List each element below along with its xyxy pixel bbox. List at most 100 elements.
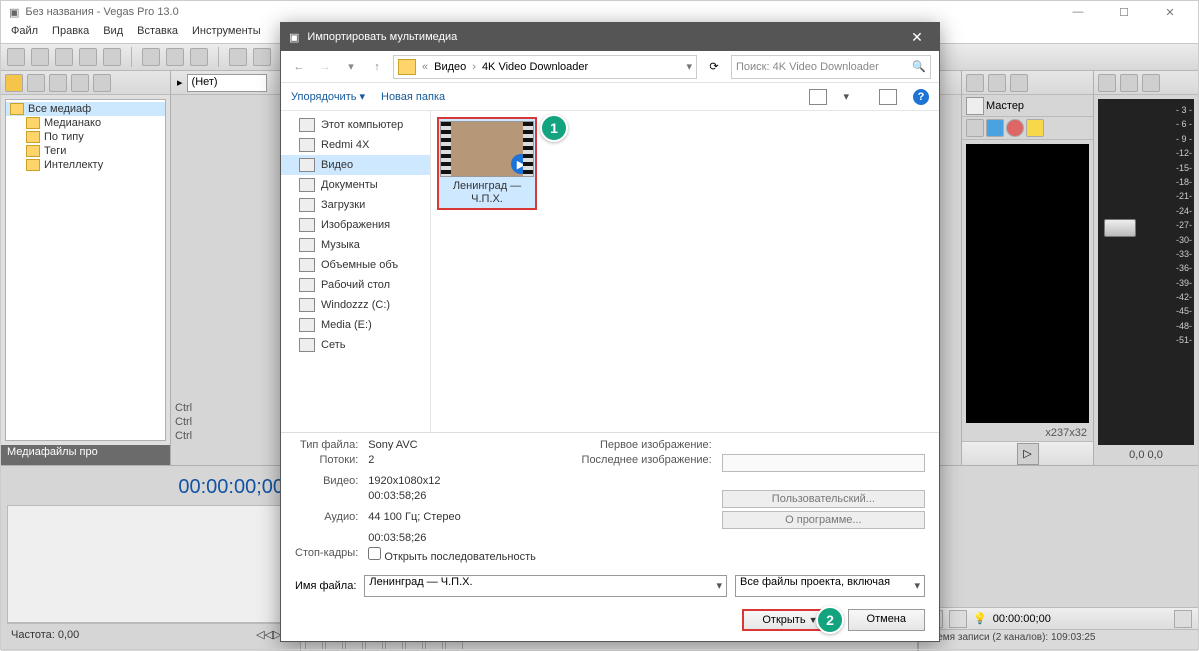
minimize-button[interactable]: —: [1058, 6, 1098, 18]
remove-icon[interactable]: [93, 74, 111, 92]
help-icon[interactable]: ?: [913, 89, 929, 105]
open-icon[interactable]: [31, 48, 49, 66]
search-icon[interactable]: 🔍: [912, 60, 926, 73]
tree-item[interactable]: Интеллекту: [44, 159, 103, 171]
preview-panel: Мастер x237x32 ▷: [961, 71, 1093, 465]
menu-tools[interactable]: Инструменты: [192, 25, 261, 41]
audio-value: 44 100 Гц; Стерео: [368, 511, 571, 529]
nav-item-pc[interactable]: Этот компьютер: [281, 115, 430, 135]
track-header-area[interactable]: [7, 505, 294, 623]
new-folder-button[interactable]: Новая папка: [381, 91, 445, 103]
nav-item-desk[interactable]: Рабочий стол: [281, 275, 430, 295]
nav-item-drv[interactable]: Media (E:): [281, 315, 430, 335]
metronome-icon[interactable]: [949, 610, 967, 628]
nav-item-doc[interactable]: Документы: [281, 175, 430, 195]
render-icon[interactable]: [79, 48, 97, 66]
preview-pane-icon[interactable]: [879, 89, 897, 105]
undo-icon[interactable]: [229, 48, 247, 66]
streams-label: Потоки:: [295, 454, 358, 472]
file-filter-dropdown[interactable]: Все файлы проекта, включая: [735, 575, 925, 597]
menu-view[interactable]: Вид: [103, 25, 123, 41]
menu-insert[interactable]: Вставка: [137, 25, 178, 41]
crumb-folder[interactable]: 4K Video Downloader: [482, 61, 588, 73]
nav-item-net[interactable]: Сеть: [281, 335, 430, 355]
nav-item-mus[interactable]: Музыка: [281, 235, 430, 255]
breadcrumb[interactable]: « Видео › 4K Video Downloader ▾: [393, 55, 697, 79]
video-file-thumb[interactable]: ▶ Ленинград —Ч.П.Х.: [437, 117, 537, 210]
insert-icon[interactable]: [966, 119, 984, 137]
save-icon[interactable]: [55, 48, 73, 66]
tree-item[interactable]: По типу: [44, 131, 84, 143]
filename-field[interactable]: Ленинград — Ч.П.Х.: [364, 575, 727, 597]
fx-icon[interactable]: [966, 97, 984, 115]
playhead-icon[interactable]: ▸: [177, 76, 183, 89]
paste-icon[interactable]: [190, 48, 208, 66]
copy-icon[interactable]: [166, 48, 184, 66]
up-icon[interactable]: ↑: [367, 61, 387, 73]
preview-play-icon[interactable]: ▷: [1017, 443, 1039, 465]
nav-item-dev[interactable]: Redmi 4X: [281, 135, 430, 155]
new-icon[interactable]: [7, 48, 25, 66]
forward-icon[interactable]: →: [315, 61, 335, 73]
still-checkbox[interactable]: Открыть последовательность: [368, 547, 571, 563]
nav-item-3d[interactable]: Объемные объ: [281, 255, 430, 275]
vegas-title-text: Без названия - Vegas Pro 13.0: [25, 6, 178, 18]
tree-root[interactable]: Все медиаф: [28, 103, 91, 115]
view-mode-icon[interactable]: [809, 89, 827, 105]
lightning-icon[interactable]: [5, 74, 23, 92]
nav-item-img[interactable]: Изображения: [281, 215, 430, 235]
play-overlay-icon: ▶: [511, 154, 531, 174]
redo-icon[interactable]: [253, 48, 271, 66]
video-dur: 00:03:58;26: [368, 490, 571, 508]
organize-button[interactable]: Упорядочить ▾: [291, 90, 365, 103]
annotation-badge-1: 1: [540, 114, 568, 142]
back-icon[interactable]: ←: [289, 61, 309, 73]
crumb-video[interactable]: Видео: [434, 61, 466, 73]
import-icon[interactable]: [27, 74, 45, 92]
refresh-icon[interactable]: ⟳: [703, 60, 725, 73]
chevron-down-icon[interactable]: ▾: [843, 90, 849, 103]
file-pane[interactable]: ▶ Ленинград —Ч.П.Х.: [431, 111, 939, 432]
dialog-close-icon[interactable]: ✕: [903, 29, 931, 46]
volume-slider[interactable]: [1104, 219, 1136, 237]
mute-icon[interactable]: [986, 119, 1004, 137]
last-image-field[interactable]: [722, 454, 925, 472]
tree-item[interactable]: Медианако: [44, 117, 101, 129]
dim-icon[interactable]: [1142, 74, 1160, 92]
sequence-checkbox[interactable]: [368, 547, 381, 560]
nav-pane[interactable]: Этот компьютерRedmi 4XВидеоДокументыЗагр…: [281, 111, 431, 432]
import-media-dialog: ▣ Импортировать мультимедиа ✕ ← → ▾ ↑ « …: [280, 22, 940, 642]
props-icon[interactable]: [103, 48, 121, 66]
close-button[interactable]: ✕: [1150, 6, 1190, 19]
media-icon[interactable]: [71, 74, 89, 92]
mixer-icon[interactable]: [1098, 74, 1116, 92]
preview-quality-icon[interactable]: [1010, 74, 1028, 92]
about-button[interactable]: О программе...: [722, 511, 925, 529]
tree-item[interactable]: Теги: [44, 145, 66, 157]
crumb-dropdown-icon[interactable]: ▾: [686, 60, 692, 73]
preset-dropdown[interactable]: (Нет): [187, 74, 267, 92]
downmix-icon[interactable]: [1120, 74, 1138, 92]
3d-icon: [299, 258, 315, 272]
capture-icon[interactable]: [49, 74, 67, 92]
search-input[interactable]: Поиск: 4K Video Downloader 🔍: [731, 55, 931, 79]
menu-edit[interactable]: Правка: [52, 25, 89, 41]
preview-save-icon[interactable]: [966, 74, 984, 92]
nav-item-vid[interactable]: Видео: [281, 155, 430, 175]
disable-icon[interactable]: [1006, 119, 1024, 137]
maximize-button[interactable]: ☐: [1104, 6, 1144, 19]
dialog-titlebar[interactable]: ▣ Импортировать мультимедиа ✕: [281, 23, 939, 51]
cut-icon[interactable]: [142, 48, 160, 66]
chevron-icon[interactable]: «: [422, 61, 428, 73]
media-tree[interactable]: Все медиаф Медианако По типу Теги Интелл…: [5, 99, 166, 441]
nav-item-drv[interactable]: Windozzz (C:): [281, 295, 430, 315]
meter-values: 0,0 0,0: [1094, 449, 1198, 465]
solo-icon[interactable]: [1026, 119, 1044, 137]
preview-ext-icon[interactable]: [988, 74, 1006, 92]
custom-button[interactable]: Пользовательский...: [722, 490, 925, 508]
menu-file[interactable]: Файл: [11, 25, 38, 41]
zoom-icon[interactable]: [1174, 610, 1192, 628]
recent-icon[interactable]: ▾: [341, 60, 361, 73]
nav-item-dl[interactable]: Загрузки: [281, 195, 430, 215]
cancel-button[interactable]: Отмена: [848, 609, 925, 631]
